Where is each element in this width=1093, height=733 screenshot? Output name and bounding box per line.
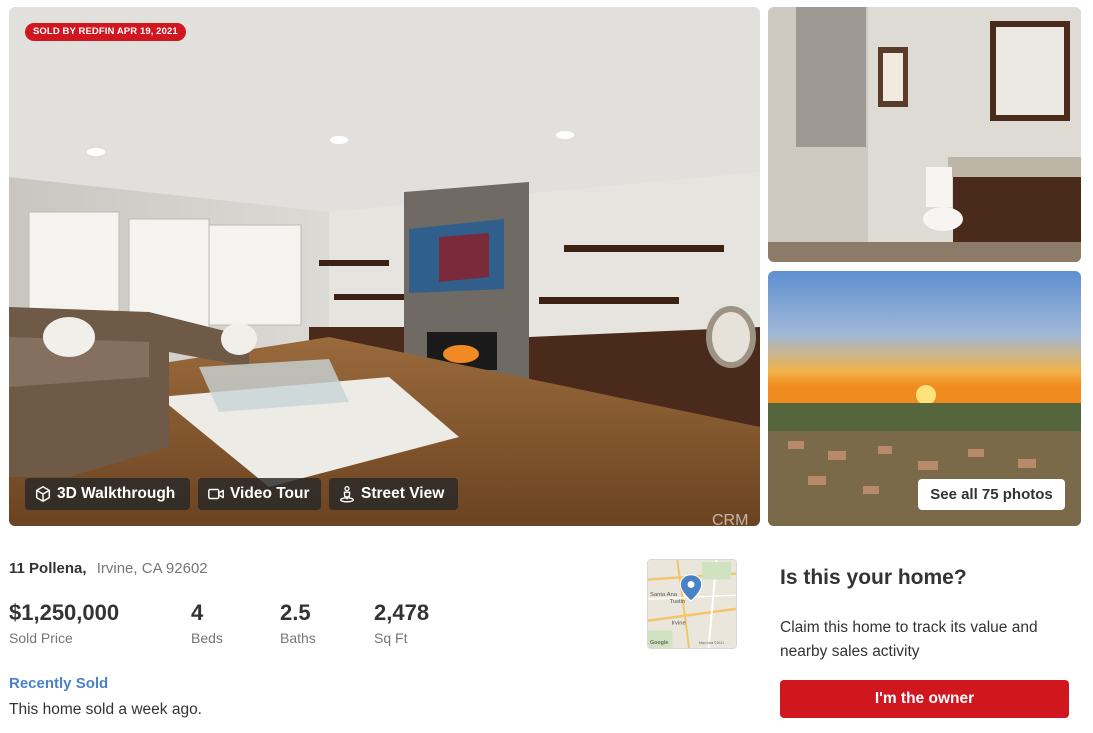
- street-address: 11 Pollena,: [9, 560, 87, 577]
- im-the-owner-button[interactable]: I'm the owner: [780, 680, 1069, 718]
- status-title: Recently Sold: [9, 675, 109, 692]
- stat-baths: 2.5 Baths: [280, 600, 316, 646]
- city-state-zip: Irvine, CA 92602: [96, 560, 208, 577]
- stat-sqft: 2,478 Sq Ft: [374, 600, 429, 646]
- video-tour-button[interactable]: Video Tour: [198, 478, 321, 510]
- map-label-irvine: Irvine: [671, 621, 685, 627]
- street-view-button[interactable]: Street View: [329, 478, 458, 510]
- stat-label: Beds: [191, 630, 223, 646]
- stat-beds: 4 Beds: [191, 600, 223, 646]
- photo-watermark: CRM: [712, 512, 748, 526]
- street-view-label: Street View: [361, 485, 445, 502]
- bathroom-image: [768, 7, 1081, 262]
- pegman-icon: [338, 485, 356, 503]
- sold-badge: SOLD BY REDFIN APR 19, 2021: [25, 23, 186, 41]
- stat-label: Baths: [280, 630, 316, 646]
- video-camera-icon: [207, 485, 225, 503]
- see-all-photos-button[interactable]: See all 75 photos: [918, 479, 1065, 510]
- sunset-photo[interactable]: See all 75 photos: [768, 271, 1081, 526]
- status-description: This home sold a week ago.: [9, 701, 202, 718]
- stat-label: Sq Ft: [374, 630, 408, 646]
- owner-panel-description: Claim this home to track its value and n…: [780, 619, 1038, 660]
- owner-panel-title: Is this your home?: [780, 566, 967, 589]
- map-label-tustin: Tustin: [670, 599, 686, 605]
- video-tour-label: Video Tour: [230, 485, 310, 502]
- mini-map[interactable]: Santa Ana Tustin Irvine Google Map data …: [647, 559, 737, 649]
- stat-value: $1,250,000: [9, 600, 120, 625]
- map-google-logo: Google: [650, 640, 668, 646]
- main-photo[interactable]: CRM SOLD BY REDFIN APR 19, 2021 3D Walkt…: [9, 7, 760, 526]
- 3d-walkthrough-button[interactable]: 3D Walkthrough: [25, 478, 190, 510]
- stat-value: 2.5: [280, 600, 311, 625]
- stat-value: 2,478: [374, 600, 430, 625]
- stat-value: 4: [191, 600, 204, 625]
- address: 11 Pollena, Irvine, CA 92602: [9, 560, 208, 577]
- bathroom-photo[interactable]: [768, 7, 1081, 262]
- cube-icon: [34, 485, 52, 503]
- stat-label: Sold Price: [9, 630, 73, 646]
- living-room-photo: CRM: [9, 7, 760, 526]
- map-label-santa-ana: Santa Ana: [650, 592, 678, 598]
- stat-sold-price: $1,250,000 Sold Price: [9, 600, 119, 646]
- map-image: Santa Ana Tustin Irvine Google Map data …: [648, 560, 736, 648]
- map-attribution: Map data ©2021: [699, 641, 724, 645]
- 3d-walkthrough-label: 3D Walkthrough: [57, 485, 176, 502]
